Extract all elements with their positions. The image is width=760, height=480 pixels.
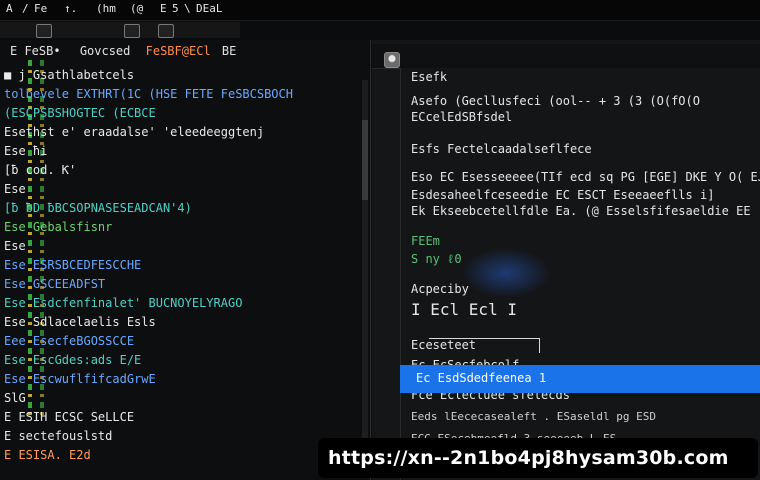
code-line[interactable]: Ese [4,182,26,196]
code-line[interactable]: Ese Sdlacelaelis Esls [4,315,156,329]
panel-line: S ny ℓ0 [411,252,462,266]
panel-line: Ek Ekseebcetellfdle Ea. (@ Esselsfifesae… [411,204,751,218]
toolbar-icon[interactable] [36,24,52,38]
panel-line: Asefo (Gecllusfeci (ool-- + 3 (3 (O(fO(O [411,94,700,108]
url-text: https://xn--2n1bo4pj8hysam30b.com [328,447,729,469]
panel-line: Esfs Fectelcaadalseflfece [411,142,592,156]
code-line[interactable]: (ESCPSBSHOGTEC (ECBCE [4,106,156,120]
code-line[interactable]: E sectefouslstd [4,429,112,443]
editor-header-accent: FeSBF@ECl [145,44,211,58]
code-line[interactable]: Ese ħi [4,144,47,158]
code-line[interactable]: SlG [4,391,26,405]
code-line[interactable]: Ese [4,239,26,253]
code-line[interactable]: Ese GSCEEADFST [4,277,105,291]
editor-header: E FeSB• Govcsed FeSBF@ECl BE [10,44,236,58]
code-editor[interactable]: E FeSB• Govcsed FeSBF@ECl BE ■ j Gsathla… [0,40,371,480]
side-panel: Esefk Asefo (Gecllusfeci (ool-- + 3 (3 (… [372,40,760,480]
menu-item[interactable]: (@ [130,2,143,16]
code-line[interactable]: E ESIH ECSC SeLLCE [4,410,134,424]
code-line[interactable]: tolbevele EXTHRT(1C (HSE FETE FeSBCSBOCH [4,87,293,101]
code-line[interactable]: E ESISA. E2d [4,448,91,462]
editor-scrollbar[interactable] [362,80,368,460]
menu-item[interactable]: 5 [172,2,179,16]
panel-title: Esefk [411,70,448,84]
panel-line: Eso EC Esesseeeee(TIf ecd sq PG [EGE] DK… [411,170,760,184]
code-line[interactable]: Eee EsecfeBGOSSCCE [4,334,134,348]
url-watermark: https://xn--2n1bo4pj8hysam30b.com [318,438,758,478]
panel-line: ECcelEdSBfsdel [411,110,513,124]
code-line[interactable]: Esethst e' eraadalse' 'eleedeeggtenj [4,125,264,139]
title-bar: A / Fe ↑. (hm (@ E 5 \ DEaL [0,0,760,21]
code-line[interactable]: [ƀ cod. Ƙ' [4,163,76,177]
panel-line: Acpeciby [411,282,469,296]
code-line[interactable]: Ese EscwuflfifcadGrwE [4,372,156,386]
code-line[interactable]: ■ j Gsathlabetcels [4,68,134,82]
dropdown-frame[interactable] [429,338,540,353]
menu-item[interactable]: / [22,2,29,16]
editor-header-right: BE [221,44,237,58]
editor-header-mid: Govcsed [79,44,131,58]
menu-item[interactable]: DEaL [196,2,223,16]
scrollbar-thumb[interactable] [362,120,368,200]
panel-line: I Ecl Ecl I [411,300,517,319]
selected-item-label: Ec EsdSdedfeenea 1 [416,371,547,385]
glow-highlight [461,248,551,298]
code-line[interactable]: Ese ESRSBCEDFESCCHE [4,258,141,272]
code-line[interactable]: Ese EscGdes:ads E/E [4,353,141,367]
menu-item[interactable]: ↑. [64,2,77,16]
panel-line: Eeds lEececasealeft . ESaseldl pg ESD [411,410,657,423]
panel-content: Esefk Asefo (Gecllusfeci (ool-- + 3 (3 (… [400,68,760,480]
code-line[interactable]: Ese Esdcfenfinalet' BUCNOYELYRAGO [4,296,242,310]
menu-item[interactable]: (hm [96,2,116,16]
toolbar [0,22,240,38]
menu-item[interactable]: A [6,2,13,16]
toolbar-icon[interactable] [158,24,174,38]
editor-header-left: E FeSB• [10,44,61,58]
user-icon[interactable] [384,52,400,68]
panel-line: FEEm [411,234,440,248]
panel-header [372,44,760,69]
menu-item[interactable]: Fe [34,2,47,16]
selected-list-item[interactable]: Ec EsdSdedfeenea 1 [400,365,760,393]
menu-item[interactable]: \ [184,2,191,16]
panel-line: Esdesaheelfceseedie EC ESCT Eseeaeeflls … [411,188,715,202]
code-line[interactable]: [ƀ ƀD ƀBCSOPNASESEADCAN'4) [4,201,192,215]
code-line[interactable]: Ese Gebalsfisnr [4,220,112,234]
toolbar-icon[interactable] [124,24,140,38]
menu-item[interactable]: E [160,2,167,16]
